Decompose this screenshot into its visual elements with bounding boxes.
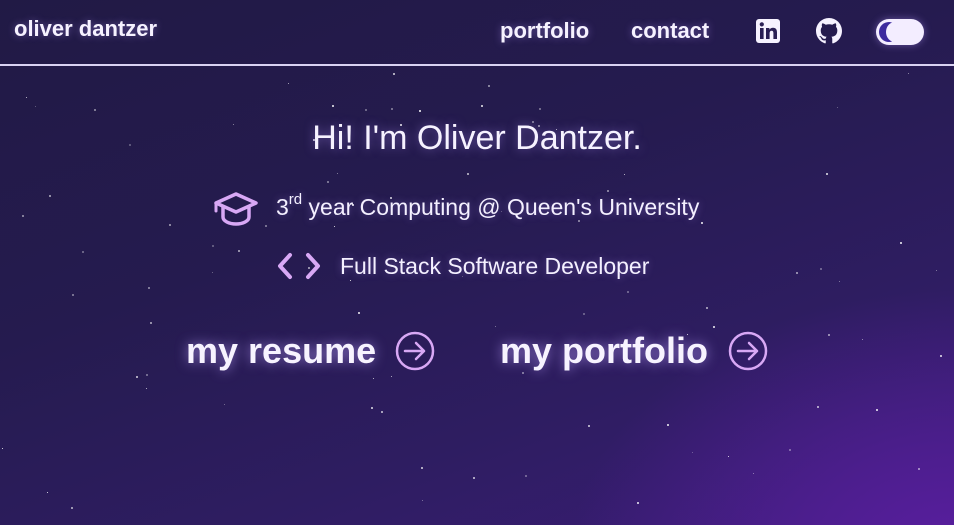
star	[918, 468, 920, 470]
education-year: 3	[276, 194, 289, 220]
star	[22, 215, 24, 217]
star	[789, 449, 791, 451]
moon-icon	[879, 22, 904, 42]
star	[169, 224, 171, 226]
star	[467, 173, 469, 175]
star	[488, 85, 490, 87]
star	[839, 281, 840, 282]
star	[940, 355, 942, 357]
education-text: year Computing @ Queen's University	[302, 194, 700, 220]
star	[373, 378, 374, 379]
star	[713, 326, 715, 328]
star	[337, 173, 338, 174]
star	[35, 106, 36, 107]
star	[381, 411, 383, 413]
star	[796, 272, 798, 274]
star	[525, 475, 527, 477]
star	[837, 107, 838, 108]
star	[828, 334, 830, 336]
star	[522, 372, 524, 374]
star	[327, 181, 329, 183]
star	[862, 339, 863, 340]
star	[728, 456, 729, 457]
star	[371, 407, 373, 409]
star	[238, 250, 240, 252]
star	[334, 226, 335, 227]
star	[148, 287, 150, 289]
star	[146, 374, 148, 376]
github-icon[interactable]	[816, 18, 842, 44]
star	[936, 270, 937, 271]
star	[753, 473, 754, 474]
linkedin-icon[interactable]	[755, 18, 781, 44]
star	[607, 190, 609, 192]
star	[393, 73, 395, 75]
star	[422, 500, 423, 501]
education-line: 3rd year Computing @ Queen's University	[276, 191, 700, 221]
star	[495, 326, 496, 327]
star	[419, 110, 421, 112]
star	[624, 174, 625, 175]
star	[817, 406, 819, 408]
star	[94, 109, 96, 111]
star	[350, 280, 351, 281]
nav-link-portfolio[interactable]: portfolio	[500, 18, 589, 44]
star	[49, 195, 51, 197]
star	[706, 307, 708, 309]
graduation-cap-icon	[212, 190, 260, 233]
star	[150, 322, 152, 324]
star	[481, 105, 483, 107]
star	[692, 452, 693, 453]
star	[627, 291, 629, 293]
star	[2, 448, 3, 449]
star	[82, 251, 84, 253]
star	[26, 97, 27, 98]
my-portfolio-button[interactable]: my portfolio	[500, 330, 708, 372]
star	[136, 376, 138, 378]
role-line: Full Stack Software Developer	[340, 253, 650, 279]
star	[637, 502, 639, 504]
star	[71, 507, 73, 509]
star	[701, 222, 703, 224]
star	[421, 467, 423, 469]
star	[820, 268, 822, 270]
arrow-right-circle-icon[interactable]	[395, 331, 435, 371]
star	[667, 424, 669, 426]
star	[146, 388, 147, 389]
theme-toggle[interactable]	[876, 19, 924, 45]
education-year-suffix: rd	[288, 191, 303, 208]
star	[358, 312, 360, 314]
star	[365, 109, 367, 111]
arrow-right-circle-icon[interactable]	[728, 331, 768, 371]
top-nav-bar: oliver dantzer portfolio contact	[0, 0, 954, 66]
star	[212, 245, 214, 247]
star	[539, 108, 541, 110]
star	[224, 404, 225, 405]
star	[265, 225, 267, 227]
star	[583, 313, 585, 315]
star	[826, 173, 828, 175]
hero-greeting: Hi! I'm Oliver Dantzer.	[312, 119, 642, 157]
star	[47, 492, 48, 493]
nav-link-contact[interactable]: contact	[631, 18, 709, 44]
star	[391, 376, 392, 377]
star	[588, 425, 590, 427]
star	[332, 105, 334, 107]
star	[908, 73, 909, 74]
code-brackets-icon	[276, 252, 322, 285]
star	[72, 294, 74, 296]
star	[473, 477, 475, 479]
brand-logo-link[interactable]: oliver dantzer	[14, 16, 157, 42]
my-resume-button[interactable]: my resume	[186, 330, 376, 372]
star	[876, 409, 878, 411]
star	[391, 108, 393, 110]
star	[212, 272, 213, 273]
star	[288, 83, 289, 84]
star	[900, 242, 902, 244]
